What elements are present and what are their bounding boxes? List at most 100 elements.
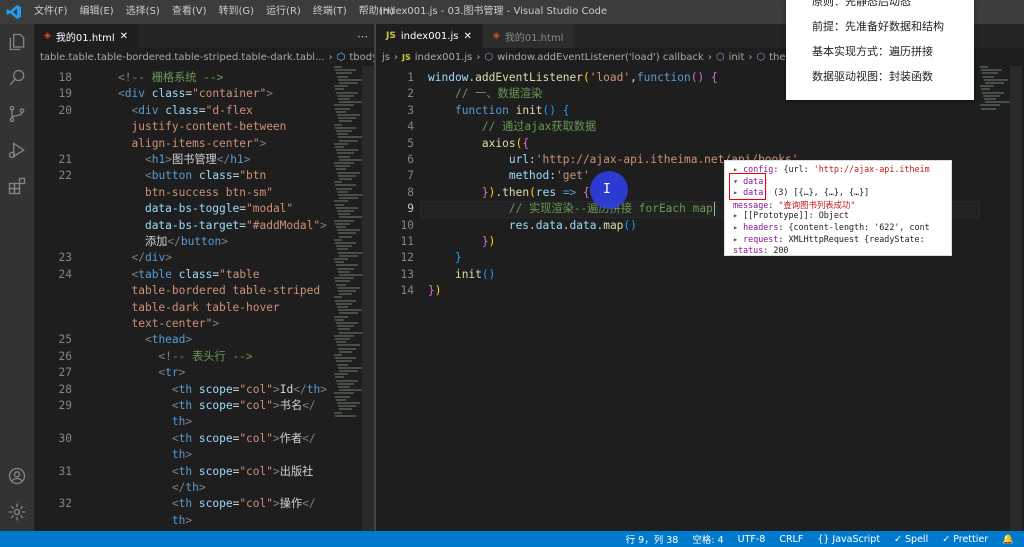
console-property-line: ▸ headers: {content-length: '622', cont [733,222,930,232]
line-ending[interactable]: CRLF [779,534,803,545]
minimap[interactable] [980,66,1010,531]
minimap-line [338,117,356,120]
breadcrumb-item[interactable]: tbody [349,52,374,63]
code-line: <tr> [158,366,186,380]
minimap-line [338,251,362,254]
line-number: 4 [407,120,414,134]
manage-gear-icon[interactable] [0,494,34,530]
code-line: <button class="btn [144,169,267,183]
highlight-box [729,173,766,200]
menu-item[interactable]: 编辑(E) [74,0,120,24]
code-line: function init() { [454,103,570,117]
minimap-line [338,194,362,196]
menu-item[interactable]: 选择(S) [120,0,166,24]
account-icon[interactable] [0,458,34,494]
minimap-line [336,322,358,324]
minimap-line [336,379,358,382]
spell-status[interactable]: ✓ Spell [894,534,928,545]
menu-item[interactable]: 文件(F) [28,0,74,24]
minimap-line [334,162,354,164]
minimap-line [337,152,354,155]
line-number: 27 [58,366,72,380]
line-number: 8 [407,185,414,199]
menu-item[interactable]: 查看(V) [166,0,213,24]
code-line: <th scope="col">Id</th> [171,382,327,396]
minimap-line [338,347,356,350]
close-icon[interactable]: ✕ [463,31,471,42]
minimap-line [335,299,356,302]
tab-index001-js[interactable]: JS index001.js ✕ [376,24,483,48]
status-bar: 行 9，列 38 空格: 4 UTF-8 CRLF {} JavaScript … [0,531,1024,547]
code-line: <th scope="col">出版社 [171,464,314,478]
code-editor[interactable]: 1 window.addEventListener('load',function… [376,66,1024,531]
minimap-line [337,267,354,270]
scrollbar[interactable] [362,66,374,531]
explorer-icon[interactable] [0,24,34,60]
minimap-line [338,98,350,100]
minimap-line [335,107,350,110]
minimap-line [337,190,348,193]
minimap-line [337,133,348,136]
minimap-line [336,187,352,190]
prettier-status[interactable]: ✓ Prettier [942,534,988,545]
cursor-position[interactable]: 行 9，列 38 [626,532,679,546]
minimap-line [335,376,344,379]
tab-my01-html[interactable]: ◈ 我的01.html ✕ [34,24,139,48]
close-icon[interactable]: ✕ [120,31,128,42]
line-number: 23 [58,251,72,265]
search-icon[interactable] [0,60,34,96]
minimap-line [339,389,364,392]
minimap-line [335,318,344,321]
extensions-icon[interactable] [0,168,34,204]
encoding[interactable]: UTF-8 [738,534,766,545]
note-line: 基本实现方式：遍历拼接 [812,45,933,58]
minimap-line [984,78,1008,81]
code-line: } [454,251,462,265]
scrollbar[interactable] [1010,66,1022,531]
minimap-line [983,75,994,78]
minimap-line [334,85,348,88]
run-debug-icon[interactable] [0,132,34,168]
breadcrumb-item[interactable]: js [382,52,390,63]
more-actions-icon[interactable]: ⋯ [357,30,368,43]
minimap-line [339,158,364,161]
minimap-line [981,69,1002,72]
minimap-line [336,168,346,171]
chevron-right-icon: › [476,51,481,63]
menu-item[interactable]: 转到(G) [213,0,261,24]
line-number: 19 [58,87,72,101]
breadcrumb-item[interactable]: init [729,52,745,63]
minimap-line [337,306,348,308]
minimap-line [334,219,354,222]
bell-icon[interactable]: 🔔 [1002,534,1014,545]
code-line: <th scope="col">操作</ [171,497,316,511]
minimap[interactable] [334,66,364,531]
minimap-line [338,136,362,139]
breadcrumb-item[interactable]: table.table.table-bordered.table-striped… [40,52,325,63]
menu-item[interactable]: 运行(R) [260,0,307,24]
line-number: 26 [58,349,72,363]
menu-bar: 文件(F) 编辑(E) 选择(S) 查看(V) 转到(G) 运行(R) 终端(T) 帮助(H) [28,0,400,24]
minimap-line [337,363,348,366]
breadcrumb-item[interactable]: window.addEventListener('load') callback [497,52,704,63]
language-mode[interactable]: {} JavaScript [817,534,880,545]
code-line: init() [454,267,496,281]
code-editor[interactable]: 18 <!-- 栅格系统 --> 19 <div class="container">… [34,66,374,531]
menu-item[interactable]: 终端(T) [307,0,353,24]
breadcrumb-item[interactable]: index001.js [415,52,473,63]
tab-my01-html[interactable]: ◈ 我的01.html [482,24,575,48]
code-line: </th> [171,481,206,494]
source-control-icon[interactable] [0,96,34,132]
line-number: 12 [400,251,414,265]
code-line: table-bordered table-striped [131,284,321,298]
line-number: 30 [58,431,72,445]
line-number: 31 [58,464,72,478]
minimap-line [337,325,354,328]
minimap-line [981,88,990,91]
minimap-line [334,373,348,376]
minimap-line [335,146,344,148]
note-line: 原则：先静态后动态 [812,0,911,8]
tab-label: 我的01.html [504,32,564,44]
indentation[interactable]: 空格: 4 [692,532,723,546]
minimap-line [338,290,356,292]
